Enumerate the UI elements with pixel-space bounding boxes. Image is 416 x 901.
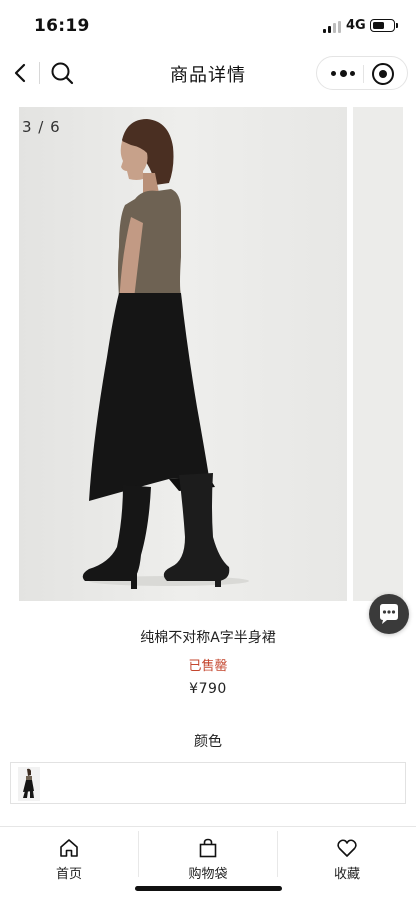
capsule-divider xyxy=(363,65,364,83)
next-product-image[interactable] xyxy=(353,107,403,601)
battery-cap xyxy=(396,23,398,28)
battery-icon xyxy=(370,19,395,32)
close-miniprogram-button[interactable] xyxy=(372,63,394,85)
product-gallery[interactable]: 3 / 6 xyxy=(19,107,416,601)
status-bar: 16:19 4G xyxy=(0,0,416,50)
heart-icon xyxy=(337,839,357,857)
home-indicator xyxy=(135,886,282,891)
tab-shopping-bag[interactable]: 购物袋 xyxy=(139,827,277,883)
shopping-bag-icon xyxy=(199,838,217,858)
color-swatch-black[interactable] xyxy=(18,767,40,801)
product-image[interactable]: 3 / 6 xyxy=(19,107,347,601)
status-time: 16:19 xyxy=(34,16,90,36)
dot xyxy=(331,71,336,76)
stock-status: 已售罄 xyxy=(188,659,228,674)
signal-icon xyxy=(323,21,341,33)
home-icon xyxy=(60,839,78,857)
tab-favorites[interactable]: 收藏 xyxy=(278,827,416,883)
swatch-thumbnail xyxy=(18,767,40,801)
more-button[interactable] xyxy=(325,57,361,89)
tab-favorites-label: 收藏 xyxy=(333,867,360,882)
tab-home-label: 首页 xyxy=(55,867,82,882)
color-label: 颜色 xyxy=(194,734,222,750)
model-photo xyxy=(19,107,347,601)
dot xyxy=(350,71,355,76)
network-type: 4G xyxy=(346,18,366,33)
target-icon xyxy=(379,70,387,78)
product-price: ¥790 xyxy=(189,681,227,697)
miniprogram-capsule xyxy=(316,56,408,90)
nav-bar: 商品详情 xyxy=(0,50,416,96)
dot xyxy=(340,70,347,77)
tab-shopping-bag-label: 购物袋 xyxy=(188,867,228,882)
tab-home[interactable]: 首页 xyxy=(0,827,138,883)
product-name: 纯棉不对称A字半身裙 xyxy=(140,630,276,646)
gallery-page-indicator: 3 / 6 xyxy=(22,118,61,136)
color-swatch-list xyxy=(10,762,406,804)
